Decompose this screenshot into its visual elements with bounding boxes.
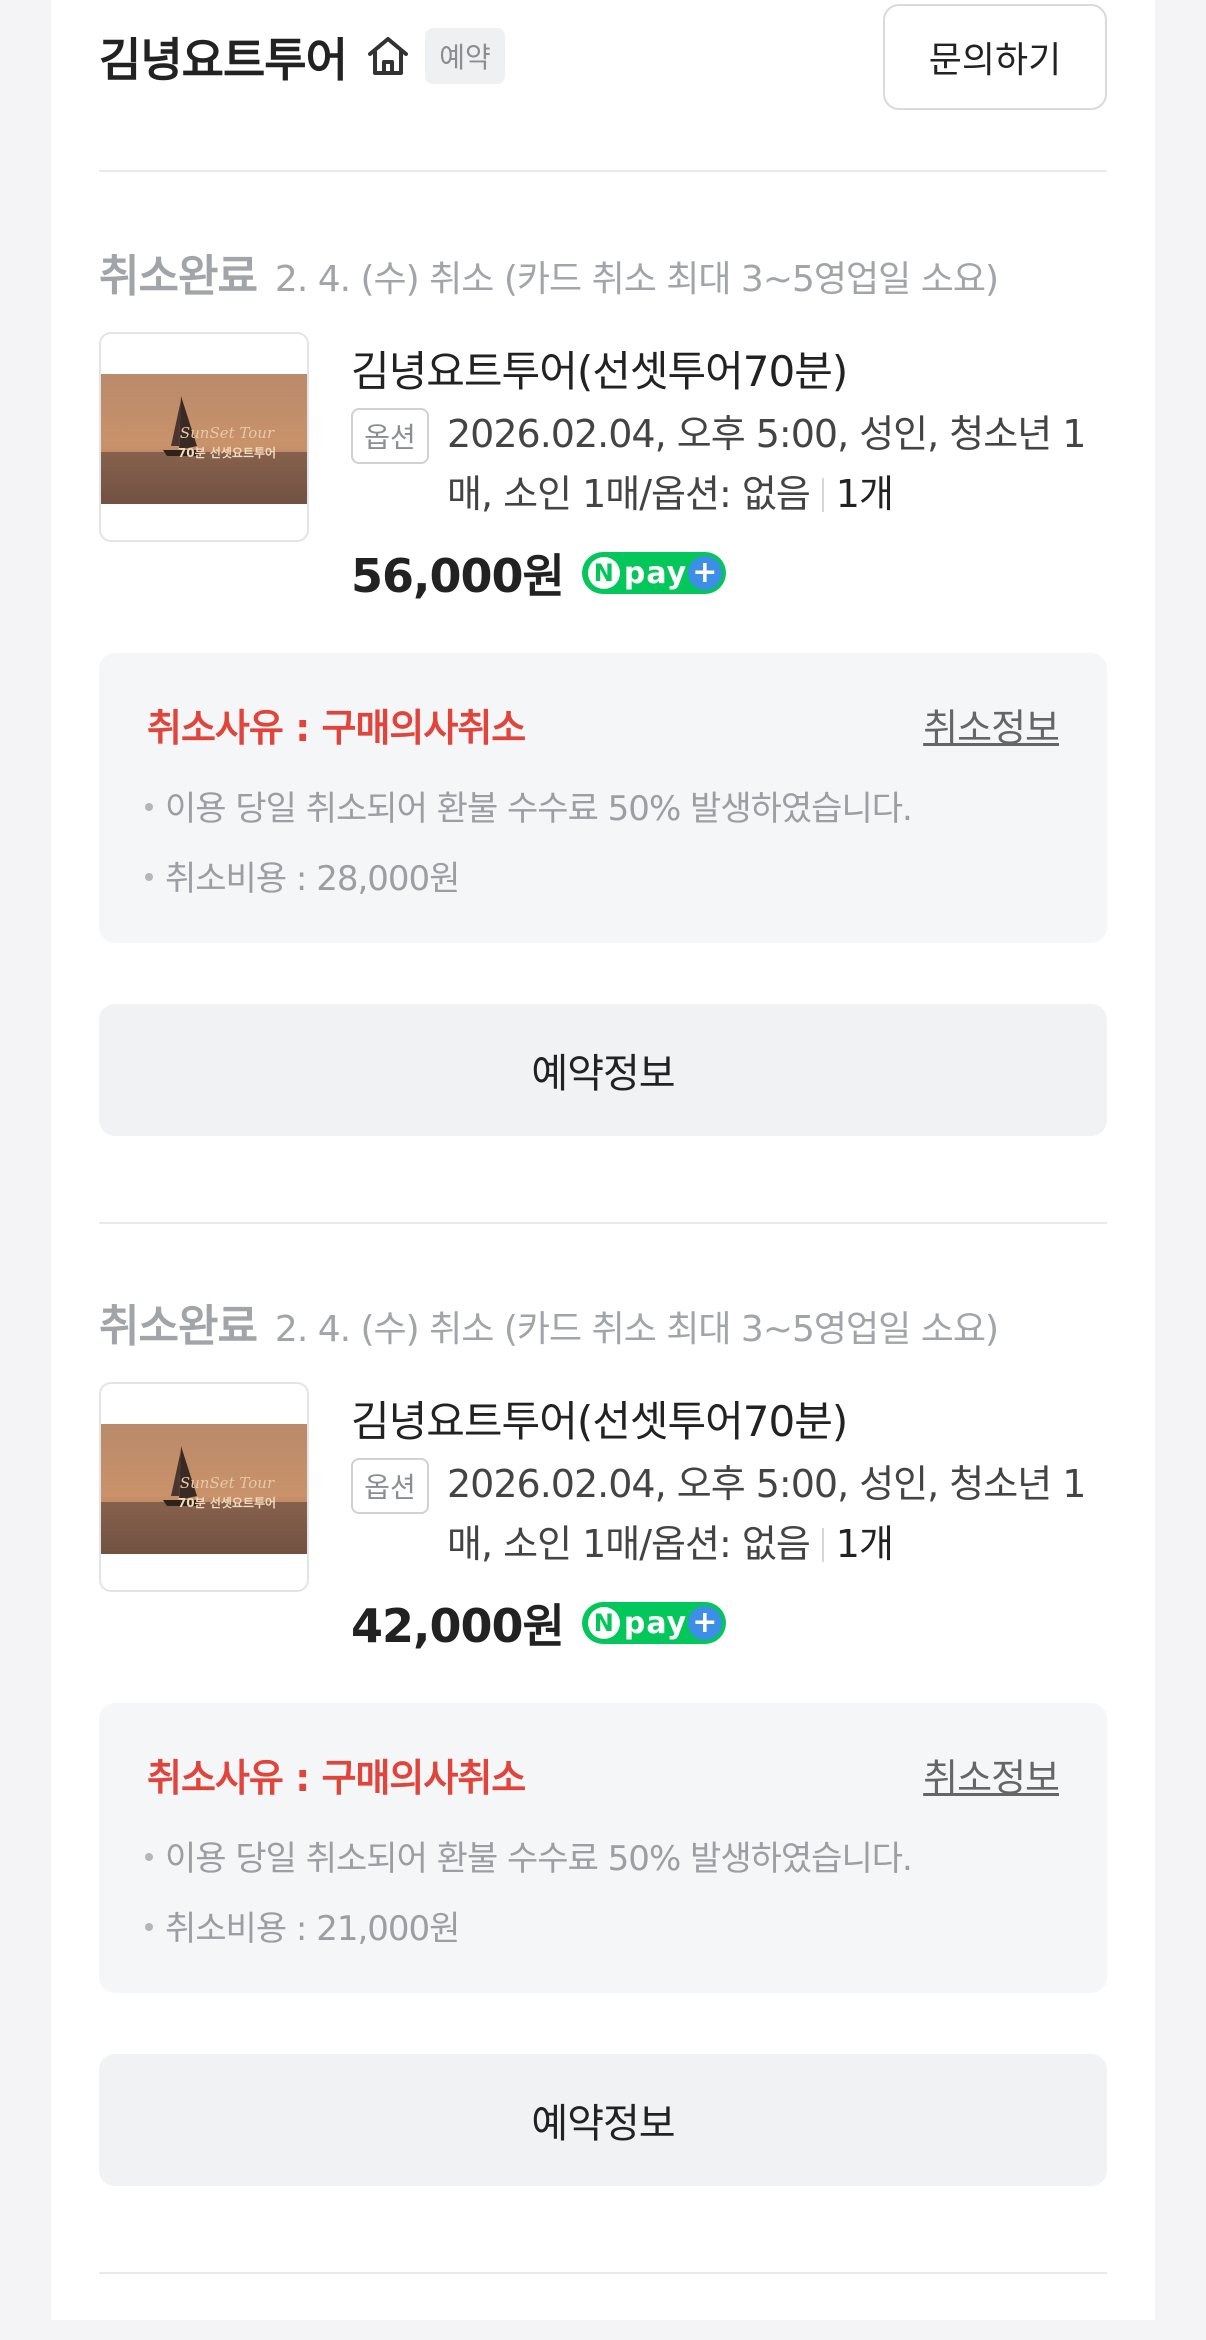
- plus-icon: +: [687, 1606, 722, 1640]
- cancel-info-box: 취소사유 : 구매의사취소 취소정보 이용 당일 취소되어 환불 수수료 50%…: [99, 1703, 1107, 1993]
- cancel-reason: 취소사유 : 구매의사취소: [147, 1756, 526, 1800]
- reservation-info-button[interactable]: 예약정보: [99, 1004, 1107, 1136]
- product-name[interactable]: 김녕요트투어(선셋투어70분): [351, 338, 848, 399]
- refund-fee-note: 이용 당일 취소되어 환불 수수료 50% 발생하였습니다.: [145, 1831, 913, 1880]
- order-item: 취소완료 2. 4. (수) 취소 (카드 취소 최대 3~5영업일 소요) S…: [51, 240, 1155, 1290]
- price-row: 56,000원 N pay +: [351, 538, 726, 608]
- option-tag: 옵션: [351, 1458, 429, 1514]
- npay-plus-badge: N pay +: [581, 552, 726, 594]
- thumbnail-title: SunSet Tour: [180, 424, 275, 442]
- option-tag: 옵션: [351, 408, 429, 464]
- status-detail: 2. 4. (수) 취소 (카드 취소 최대 3~5영업일 소요): [274, 259, 999, 300]
- cancel-info-link[interactable]: 취소정보: [923, 1747, 1060, 1802]
- npay-n-icon: N: [587, 557, 620, 589]
- reservation-info-button[interactable]: 예약정보: [99, 2054, 1107, 2186]
- price: 56,000원: [351, 549, 565, 603]
- order-item: 취소완료 2. 4. (수) 취소 (카드 취소 최대 3~5영업일 소요) S…: [51, 1290, 1155, 2340]
- npay-label: pay: [623, 1605, 688, 1641]
- reservation-type-badge: 예약: [425, 28, 505, 84]
- status-line: 취소완료 2. 4. (수) 취소 (카드 취소 최대 3~5영업일 소요): [99, 240, 999, 302]
- option-text: 2026.02.04, 오후 5:00, 성인, 청소년 1매, 소인 1매/옵…: [447, 1462, 1086, 1566]
- option-text: 2026.02.04, 오후 5:00, 성인, 청소년 1매, 소인 1매/옵…: [447, 412, 1086, 516]
- divider: [99, 1222, 1107, 1224]
- order-page: 김녕요트투어 예약 문의하기 취소완료 2. 4. (수) 취소 (카드 취소 …: [51, 0, 1155, 2320]
- npay-label: pay: [623, 555, 688, 591]
- product-thumbnail[interactable]: SunSet Tour 70분 선셋요트투어: [99, 332, 309, 542]
- cancel-info-box: 취소사유 : 구매의사취소 취소정보 이용 당일 취소되어 환불 수수료 50%…: [99, 653, 1107, 943]
- thumbnail-subtitle: 70분 선셋요트투어: [178, 1495, 276, 1510]
- home-icon[interactable]: [365, 34, 411, 78]
- option-details: 2026.02.04, 오후 5:00, 성인, 청소년 1매, 소인 1매/옵…: [447, 404, 1127, 524]
- store-header: 김녕요트투어 예약 문의하기: [51, 0, 1155, 172]
- product-thumbnail[interactable]: SunSet Tour 70분 선셋요트투어: [99, 1382, 309, 1592]
- cancel-info-link[interactable]: 취소정보: [923, 697, 1060, 752]
- plus-icon: +: [687, 556, 722, 590]
- price: 42,000원: [351, 1599, 565, 1653]
- price-row: 42,000원 N pay +: [351, 1588, 726, 1658]
- thumbnail-title: SunSet Tour: [180, 1474, 275, 1492]
- status-label: 취소완료: [99, 1301, 258, 1352]
- status-label: 취소완료: [99, 251, 258, 302]
- refund-fee-note: 이용 당일 취소되어 환불 수수료 50% 발생하였습니다.: [145, 781, 913, 830]
- thumbnail-subtitle: 70분 선셋요트투어: [178, 445, 276, 460]
- cancel-fee-note: 취소비용 : 21,000원: [145, 1901, 460, 1950]
- cancel-fee-note: 취소비용 : 28,000원: [145, 851, 460, 900]
- quantity: 1개: [835, 472, 894, 516]
- status-line: 취소완료 2. 4. (수) 취소 (카드 취소 최대 3~5영업일 소요): [99, 1290, 999, 1352]
- option-details: 2026.02.04, 오후 5:00, 성인, 청소년 1매, 소인 1매/옵…: [447, 1454, 1127, 1574]
- npay-plus-badge: N pay +: [581, 1602, 726, 1644]
- divider: [99, 2272, 1107, 2274]
- quantity-separator: [821, 1528, 824, 1562]
- store-name[interactable]: 김녕요트투어: [99, 24, 348, 90]
- status-detail: 2. 4. (수) 취소 (카드 취소 최대 3~5영업일 소요): [274, 1309, 999, 1350]
- inquiry-button[interactable]: 문의하기: [883, 4, 1107, 110]
- cancel-reason: 취소사유 : 구매의사취소: [147, 706, 526, 750]
- divider: [99, 170, 1107, 172]
- quantity: 1개: [835, 1522, 894, 1566]
- npay-n-icon: N: [587, 1607, 620, 1639]
- quantity-separator: [821, 478, 824, 512]
- product-name[interactable]: 김녕요트투어(선셋투어70분): [351, 1388, 848, 1449]
